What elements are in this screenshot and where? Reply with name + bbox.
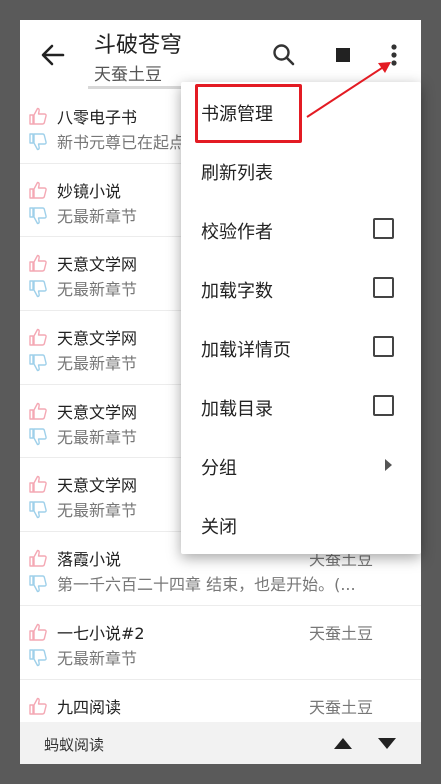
page-title: 斗破苍穹 — [94, 33, 183, 58]
more-options-button[interactable] — [379, 40, 409, 70]
thumb-up-icon[interactable] — [28, 327, 48, 347]
thumb-up-icon[interactable] — [28, 548, 48, 568]
menu-item-label: 加载字数 — [201, 281, 273, 302]
scroll-down-button[interactable] — [376, 734, 398, 752]
search-button[interactable] — [269, 40, 299, 70]
menu-item-label: 校验作者 — [201, 222, 273, 243]
latest-chapter: 无最新章节 — [57, 354, 138, 374]
triangle-up-icon — [334, 738, 352, 749]
thumb-up-icon[interactable] — [28, 106, 48, 126]
menu-item-label: 加载目录 — [201, 399, 273, 420]
source-author: 天蚕土豆 — [308, 697, 373, 717]
source-author: 天蚕土豆 — [308, 623, 373, 643]
source-name: 天意文学网 — [57, 329, 138, 349]
source-name: 天意文学网 — [57, 402, 138, 422]
thumb-down-icon[interactable] — [28, 574, 48, 594]
source-list-item[interactable]: 一七小说#2 无最新章节 天蚕土豆 — [20, 606, 421, 680]
menu-item-load-word-count[interactable]: 加载字数 — [181, 259, 421, 318]
more-vertical-icon — [391, 44, 397, 66]
source-name: 九四阅读 — [57, 697, 122, 717]
stop-button[interactable] — [328, 40, 358, 70]
thumb-down-icon[interactable] — [28, 427, 48, 447]
source-name: 天意文学网 — [57, 476, 138, 496]
latest-chapter: 无最新章节 — [57, 206, 138, 226]
book-author: 天蚕土豆 — [94, 65, 162, 85]
thumb-down-icon[interactable] — [28, 206, 48, 226]
annotation-highlight-box — [195, 84, 302, 143]
source-name: 八零电子书 — [57, 108, 138, 127]
latest-chapter: 第一千六百二十四章 结束，也是开始。(... — [57, 575, 356, 595]
triangle-down-icon — [378, 738, 396, 749]
menu-item-close[interactable]: 关闭 — [181, 495, 421, 554]
checkbox[interactable] — [373, 218, 394, 239]
thumb-up-icon[interactable] — [28, 253, 48, 273]
options-menu: 书源管理 刷新列表 校验作者 加载字数 加载详情页 加载目录 分组 关闭 — [181, 82, 421, 554]
latest-chapter: 无最新章节 — [57, 280, 138, 300]
menu-item-load-detail-page[interactable]: 加载详情页 — [181, 318, 421, 377]
thumb-down-icon[interactable] — [28, 279, 48, 299]
bottom-bar: 蚂蚁阅读 — [20, 722, 421, 764]
latest-chapter: 无最新章节 — [57, 648, 138, 668]
menu-item-label: 关闭 — [201, 517, 237, 538]
search-icon — [273, 44, 295, 66]
menu-item-load-toc[interactable]: 加载目录 — [181, 377, 421, 436]
thumb-up-icon[interactable] — [28, 474, 48, 494]
latest-chapter: 无最新章节 — [57, 501, 138, 521]
source-name: 落霞小说 — [57, 550, 122, 570]
stop-icon — [336, 48, 350, 62]
thumb-down-icon[interactable] — [28, 132, 48, 152]
thumb-up-icon[interactable] — [28, 622, 48, 642]
checkbox[interactable] — [373, 336, 394, 357]
thumb-down-icon[interactable] — [28, 353, 48, 373]
thumb-up-icon[interactable] — [28, 401, 48, 421]
source-name: 天意文学网 — [57, 255, 138, 275]
checkbox[interactable] — [373, 277, 394, 298]
source-name: 一七小说#2 — [57, 623, 145, 643]
menu-item-label: 加载详情页 — [201, 340, 291, 361]
thumb-down-icon[interactable] — [28, 648, 48, 668]
arrow-left-icon — [41, 44, 65, 66]
menu-item-refresh-list[interactable]: 刷新列表 — [181, 141, 421, 200]
chevron-right-icon — [385, 459, 392, 471]
checkbox[interactable] — [373, 395, 394, 416]
latest-chapter: 无最新章节 — [57, 427, 138, 447]
source-name: 妙镜小说 — [57, 181, 122, 201]
menu-item-check-author[interactable]: 校验作者 — [181, 200, 421, 259]
thumb-up-icon[interactable] — [28, 696, 48, 716]
latest-chapter: 新书元尊已在起点 — [57, 133, 186, 152]
menu-item-label: 刷新列表 — [201, 163, 273, 184]
back-button[interactable] — [38, 40, 68, 70]
current-source-name: 蚂蚁阅读 — [44, 736, 105, 754]
menu-item-group[interactable]: 分组 — [181, 436, 421, 495]
scroll-up-button[interactable] — [332, 734, 354, 752]
thumb-up-icon[interactable] — [28, 180, 48, 200]
thumb-down-icon[interactable] — [28, 500, 48, 520]
menu-item-label: 分组 — [201, 458, 237, 479]
toolbar: 斗破苍穹 天蚕土豆 — [20, 20, 421, 89]
